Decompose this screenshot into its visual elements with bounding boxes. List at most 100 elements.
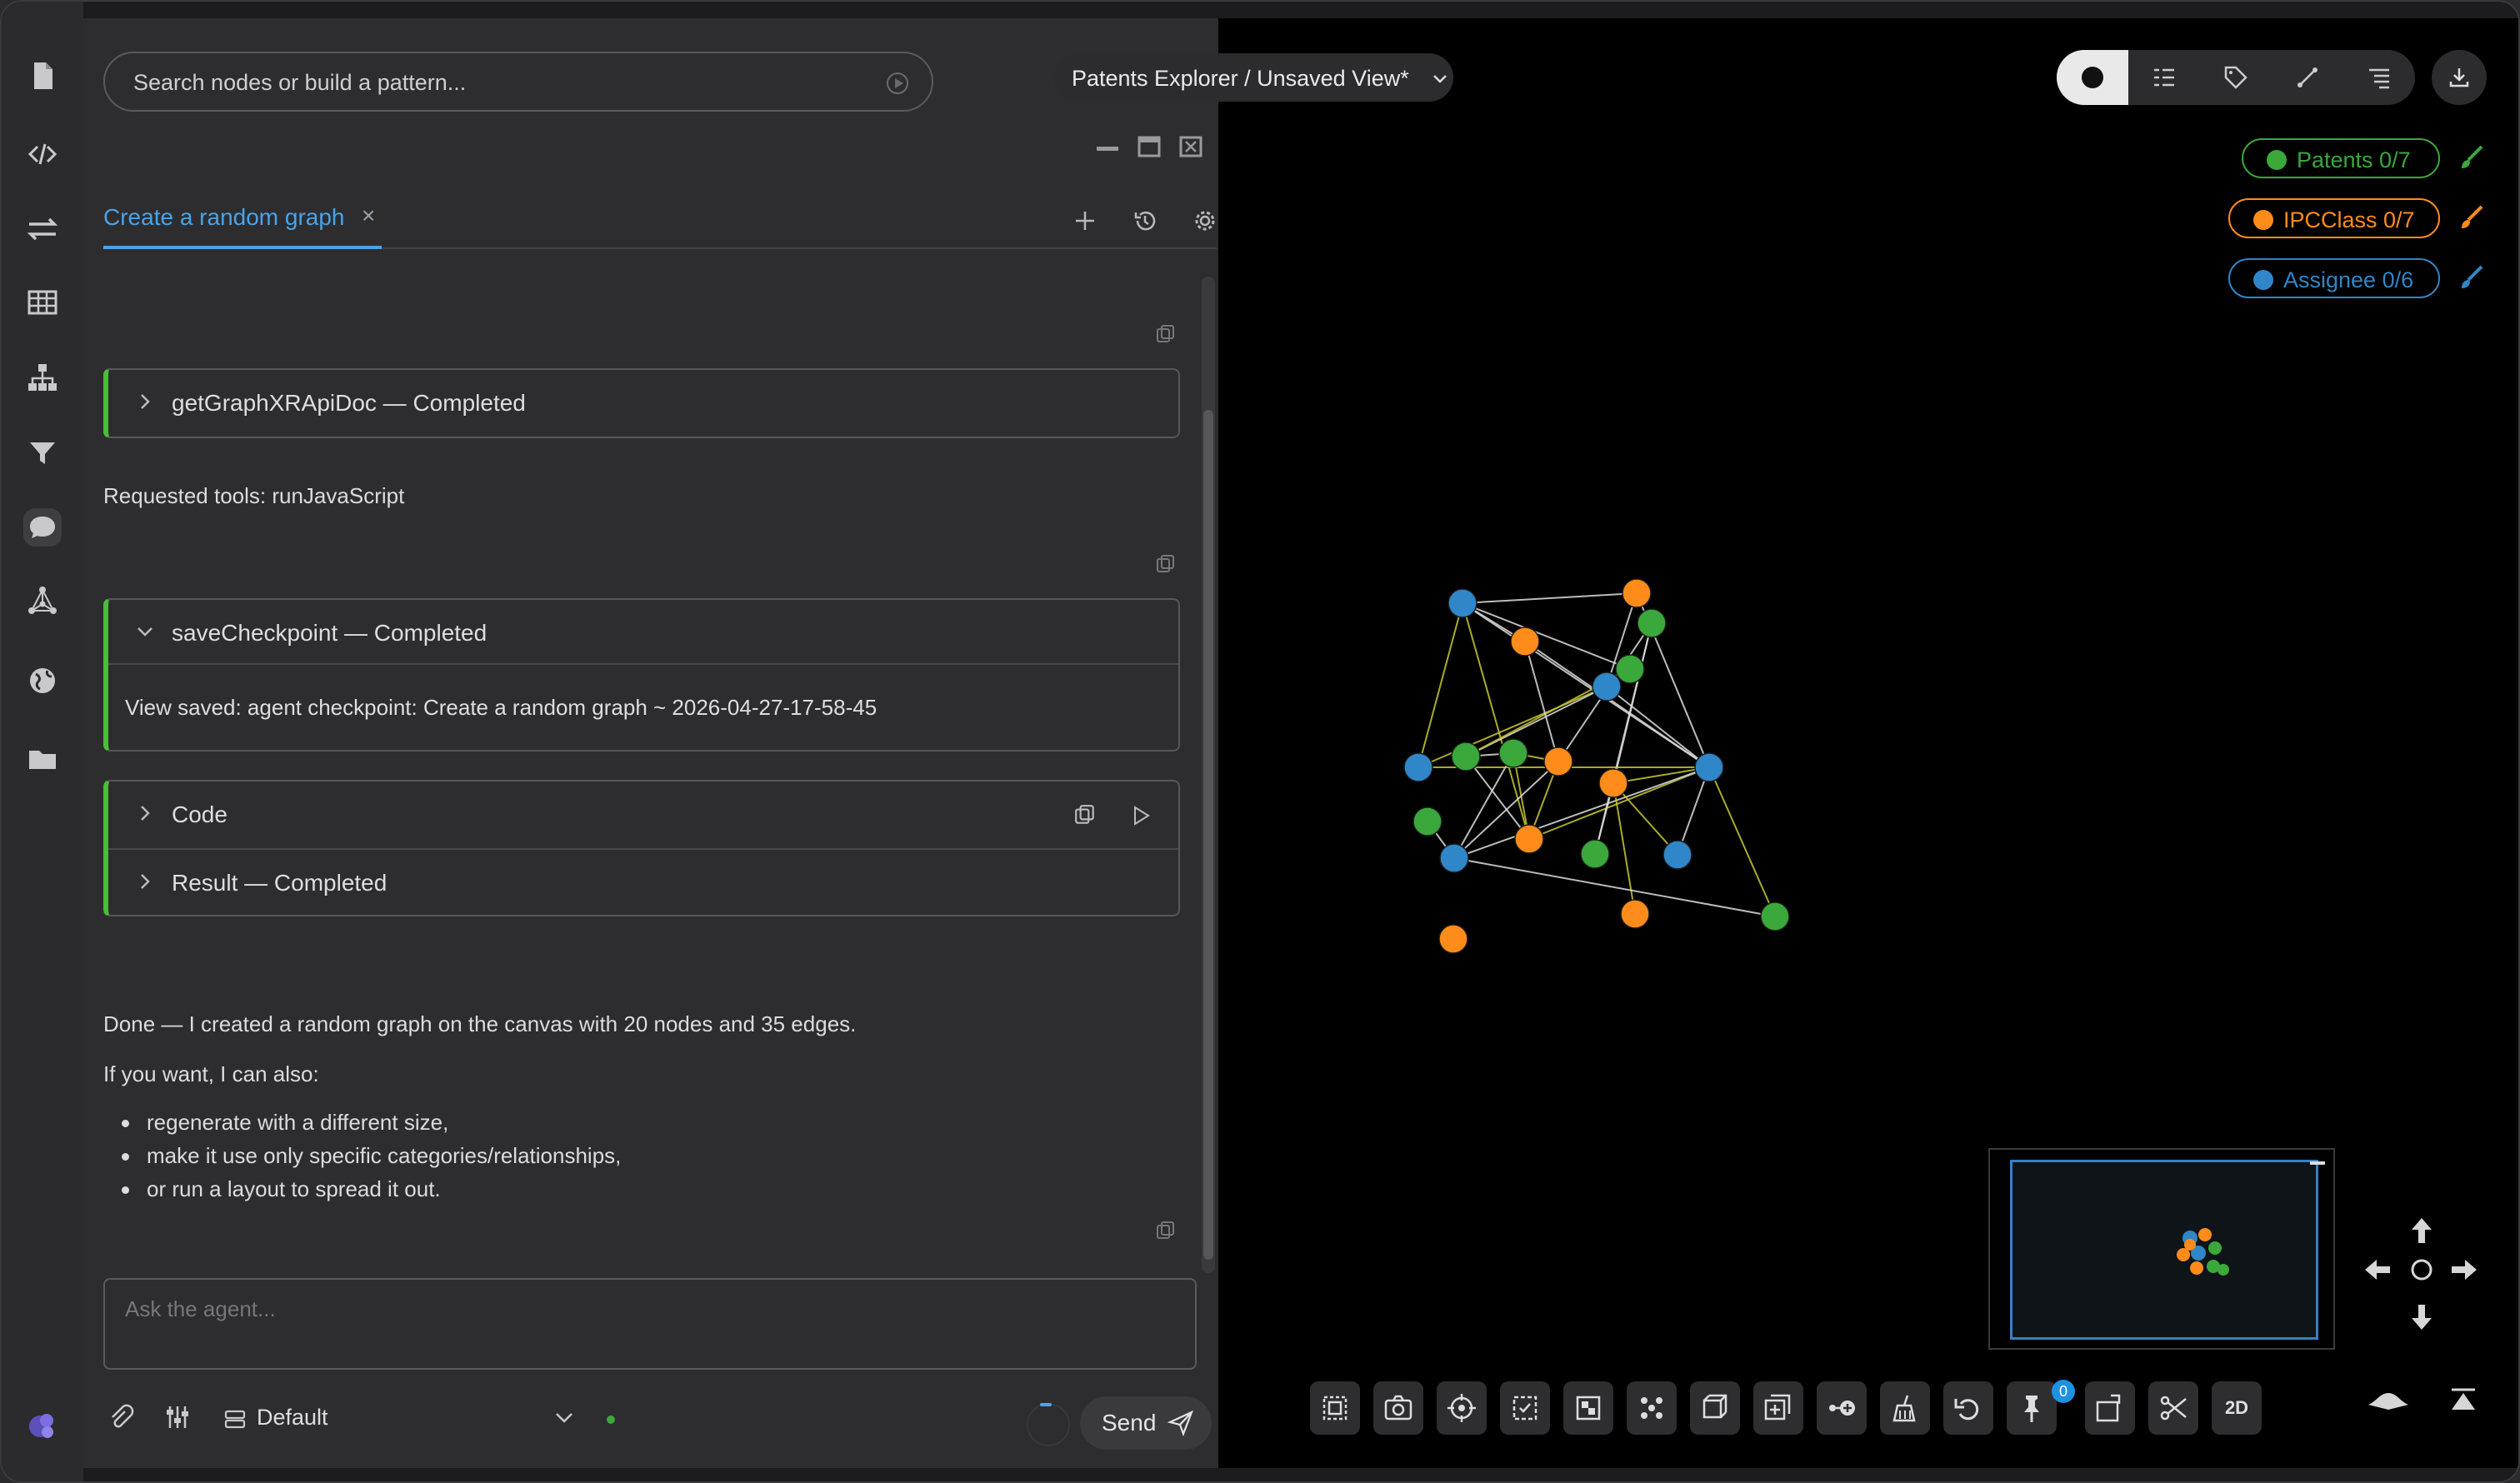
graph-node-ipc[interactable] <box>1543 746 1573 776</box>
graph-edge[interactable] <box>1708 766 1776 917</box>
graph-edge[interactable] <box>1524 641 1559 762</box>
run-pattern-icon[interactable] <box>887 72 908 94</box>
cluster-button[interactable] <box>1627 1381 1677 1435</box>
graph-node-patent[interactable] <box>1615 654 1645 684</box>
agent-input[interactable]: Ask the agent... <box>103 1278 1197 1370</box>
copy-icon[interactable] <box>1155 553 1177 575</box>
table-icon[interactable] <box>23 283 62 322</box>
clear-button[interactable] <box>1880 1381 1930 1435</box>
graph-node-assignee[interactable] <box>1403 752 1433 782</box>
graph-node-patent[interactable] <box>1760 901 1790 931</box>
code-card[interactable]: Code Result — Completed <box>103 780 1180 916</box>
network-icon[interactable] <box>23 582 62 620</box>
maximize-icon[interactable] <box>1137 135 1162 158</box>
minimap-graph <box>2177 1228 2229 1276</box>
minimap-viewport[interactable] <box>2010 1160 2318 1340</box>
graph-edge[interactable] <box>1606 686 1710 768</box>
graph-node-assignee[interactable] <box>1694 752 1724 782</box>
chevron-right-icon[interactable] <box>133 390 157 413</box>
chevron-right-icon[interactable] <box>133 801 157 825</box>
graph-node-patent[interactable] <box>1498 738 1528 768</box>
agent-input-placeholder[interactable]: Ask the agent... <box>125 1296 276 1322</box>
graph-node-ipc[interactable] <box>1510 627 1540 657</box>
requested-tools-text: Requested tools: runJavaScript <box>103 483 405 508</box>
preset-select[interactable]: Default <box>257 1405 328 1431</box>
graph-node-ipc[interactable] <box>1598 768 1628 798</box>
screenshot-button[interactable] <box>1373 1381 1423 1435</box>
chat-transcript: getGraphXRApiDoc — Completed Requested t… <box>103 268 1200 1268</box>
tool-call-title: saveCheckpoint — Completed <box>172 620 488 646</box>
settings-button[interactable] <box>1190 206 1220 236</box>
pan-up-icon[interactable] <box>2405 1215 2438 1248</box>
add-node-button[interactable] <box>1817 1381 1867 1435</box>
graph-node-patent[interactable] <box>1412 806 1442 836</box>
graph-node-patent[interactable] <box>1637 608 1667 638</box>
tool-call-card[interactable]: saveCheckpoint — Completed View saved: a… <box>103 598 1180 751</box>
scrollbar-thumb[interactable] <box>1203 410 1213 1260</box>
chevron-right-icon[interactable] <box>133 870 157 893</box>
globe-icon[interactable] <box>23 662 62 700</box>
graph-edge[interactable] <box>1462 592 1638 604</box>
chat-scrollbar[interactable] <box>1202 277 1215 1273</box>
chevron-down-icon[interactable] <box>552 1405 577 1430</box>
filter-icon[interactable] <box>23 433 62 472</box>
code-icon[interactable] <box>23 135 62 173</box>
search-placeholder[interactable]: Search nodes or build a pattern... <box>133 70 466 96</box>
top-view-icon[interactable] <box>2447 1385 2480 1418</box>
graph-node-patent[interactable] <box>1451 742 1481 771</box>
pan-down-icon[interactable] <box>2405 1300 2438 1333</box>
select-all-button[interactable] <box>1310 1381 1360 1435</box>
chevron-down-icon[interactable] <box>133 620 157 643</box>
hierarchy-icon[interactable] <box>23 358 62 397</box>
pan-left-icon[interactable] <box>2362 1253 2395 1286</box>
share-button[interactable] <box>2085 1381 2135 1435</box>
pan-right-icon[interactable] <box>2447 1253 2480 1286</box>
graph-node-assignee[interactable] <box>1662 840 1692 870</box>
graph-node-ipc[interactable] <box>1622 578 1652 608</box>
pin-button[interactable] <box>2007 1381 2057 1435</box>
search-bar[interactable]: Search nodes or build a pattern... <box>103 52 933 112</box>
undo-button[interactable] <box>1943 1381 1993 1435</box>
graph-node-ipc[interactable] <box>1438 924 1468 954</box>
graph-node-assignee[interactable] <box>1439 843 1469 873</box>
tab-label: Create a random graph <box>103 204 345 230</box>
graph-node-assignee[interactable] <box>1448 588 1478 618</box>
copy-icon[interactable] <box>1073 803 1097 826</box>
cluster-icon <box>1641 1397 1662 1419</box>
copy-icon[interactable] <box>1155 1220 1177 1241</box>
select-frame-button[interactable] <box>1500 1381 1550 1435</box>
minimap[interactable] <box>1988 1148 2335 1350</box>
split-button[interactable] <box>2148 1381 2198 1435</box>
invert-selection-button[interactable] <box>1563 1381 1613 1435</box>
graph-edge[interactable] <box>1453 857 1776 917</box>
minimap-collapse[interactable] <box>2310 1161 2325 1165</box>
graph-edge[interactable] <box>1418 602 1463 768</box>
run-icon[interactable] <box>1130 805 1152 826</box>
minimize-icon[interactable] <box>1095 135 1120 158</box>
layout-3d-button[interactable] <box>1690 1381 1740 1435</box>
graph-node-assignee[interactable] <box>1592 672 1622 702</box>
transfer-icon[interactable] <box>23 210 62 248</box>
focus-button[interactable] <box>1437 1381 1487 1435</box>
graph-node-patent[interactable] <box>1580 839 1610 869</box>
attach-button[interactable] <box>107 1403 137 1433</box>
tool-call-card[interactable]: getGraphXRApiDoc — Completed <box>103 368 1180 438</box>
history-button[interactable] <box>1130 206 1160 236</box>
center-icon[interactable] <box>2405 1253 2438 1286</box>
tools-button[interactable] <box>163 1403 193 1433</box>
close-window-icon[interactable] <box>1178 135 1203 158</box>
tab-create-random-graph[interactable]: Create a random graph × <box>103 189 382 249</box>
expand-button[interactable] <box>1753 1381 1803 1435</box>
graph-node-ipc[interactable] <box>1620 899 1650 929</box>
folder-icon[interactable] <box>23 740 62 778</box>
rotate-view-icon[interactable] <box>2365 1385 2412 1418</box>
logo-icon[interactable] <box>23 1406 62 1445</box>
send-button[interactable]: Send <box>1080 1396 1212 1450</box>
graph-node-ipc[interactable] <box>1514 824 1544 854</box>
file-icon[interactable] <box>23 57 62 95</box>
mode-2d-button[interactable]: 2D <box>2212 1381 2262 1435</box>
tab-close-icon[interactable]: × <box>362 202 375 229</box>
chat-icon[interactable] <box>23 508 62 547</box>
new-chat-button[interactable] <box>1070 206 1100 236</box>
copy-icon[interactable] <box>1155 323 1177 345</box>
